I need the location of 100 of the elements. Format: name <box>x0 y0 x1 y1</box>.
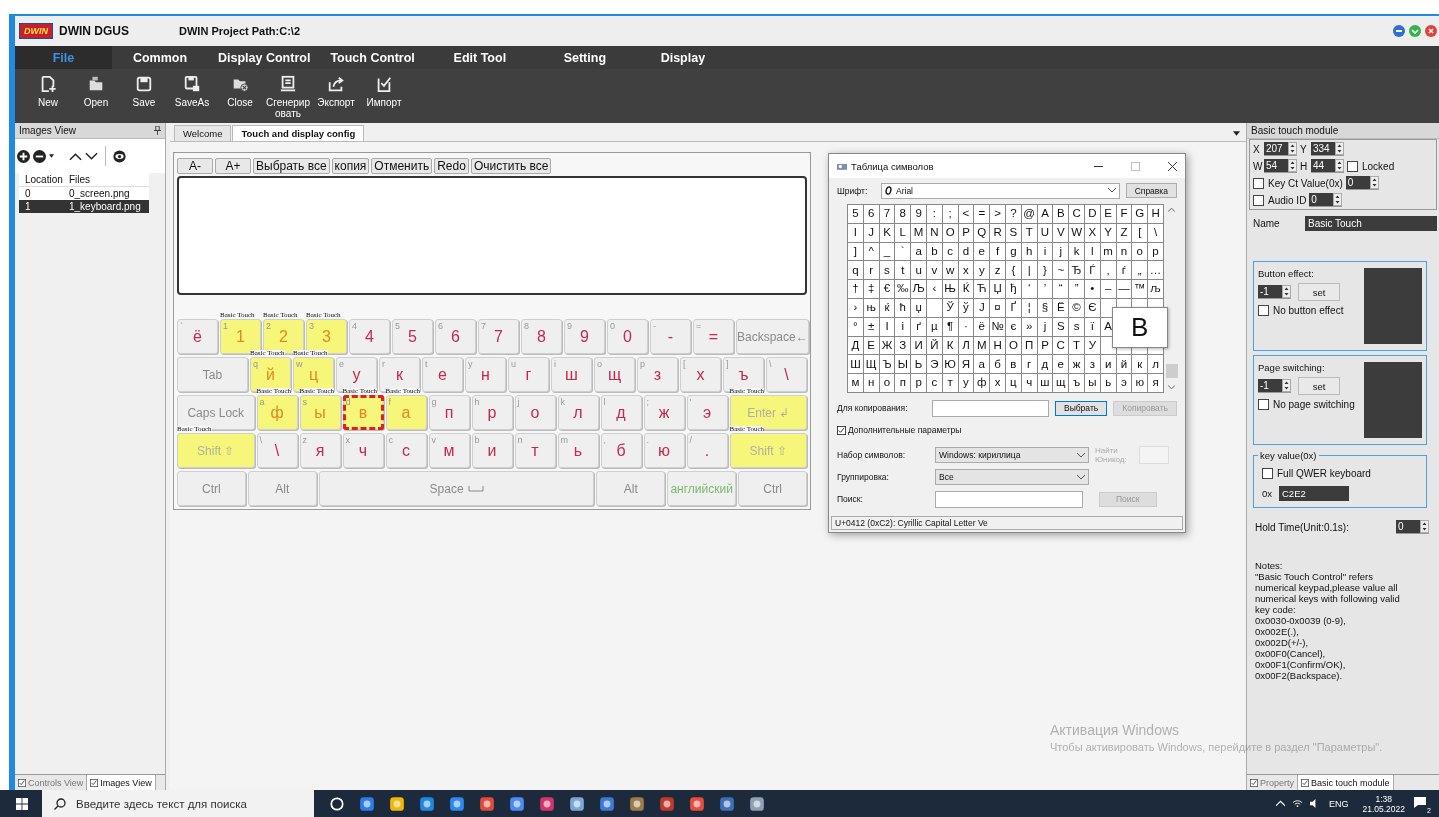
character-cell[interactable]: І <box>879 317 896 337</box>
character-cell[interactable]: r <box>863 261 880 281</box>
image-row[interactable]: 1 1_keyboard.png <box>19 200 149 213</box>
character-cell[interactable]: и <box>1100 355 1117 375</box>
character-cell[interactable]: л <box>1148 355 1164 375</box>
character-cell[interactable]: ° <box>848 317 864 337</box>
character-cell[interactable]: Т <box>1069 336 1085 356</box>
character-cell[interactable]: ; <box>942 205 959 224</box>
editor-button[interactable]: A- <box>177 158 213 174</box>
character-cell[interactable]: U <box>1037 223 1054 243</box>
character-cell[interactable]: E <box>1100 205 1117 224</box>
character-cell[interactable]: е <box>1053 355 1070 375</box>
character-cell[interactable]: ж <box>1069 355 1085 375</box>
character-cell[interactable]: й <box>1116 355 1133 375</box>
character-cell[interactable]: П <box>1021 336 1038 356</box>
character-cell[interactable]: ‘ <box>1021 280 1038 299</box>
clock-date[interactable]: 21.05.2022 <box>1362 803 1405 814</box>
spin-arrows-icon[interactable] <box>1420 520 1429 533</box>
keyboard-key[interactable]: \ \ <box>766 357 807 392</box>
character-cell[interactable]: ъ <box>1069 374 1085 393</box>
character-cell[interactable]: = <box>974 205 991 224</box>
character-cell[interactable]: R <box>990 223 1006 243</box>
windows-start-icon[interactable] <box>16 797 28 810</box>
option-checkbox[interactable]: No button effect <box>1258 305 1356 316</box>
character-cell[interactable]: і <box>895 317 912 337</box>
character-cell[interactable]: Џ <box>990 280 1006 299</box>
menu-tab[interactable]: Display <box>634 46 731 69</box>
font-dropdown[interactable]: Arial <box>881 182 1120 199</box>
character-cell[interactable]: з <box>1084 355 1101 375</box>
taskbar-search-field[interactable]: Введите здесь текст для поиска <box>42 790 314 817</box>
spin-arrows-icon[interactable] <box>1288 159 1297 172</box>
chevron-up-icon[interactable] <box>1274 799 1286 808</box>
character-cell[interactable]: Е <box>863 336 880 356</box>
character-cell[interactable]: б <box>990 355 1006 375</box>
character-cell[interactable]: 7 <box>879 205 896 224</box>
toolbar-button[interactable]: Save <box>121 71 167 121</box>
character-cell[interactable]: – <box>1100 280 1117 299</box>
character-cell[interactable]: † <box>848 280 864 299</box>
character-cell[interactable]: Z <box>1116 223 1133 243</box>
keyboard-key[interactable]: = = <box>693 319 734 354</box>
character-cell[interactable]: x <box>958 261 975 281</box>
character-cell[interactable]: Л <box>958 336 975 356</box>
character-cell[interactable]: G <box>1132 205 1149 224</box>
number-spinner[interactable]: -1 <box>1258 379 1291 393</box>
character-cell[interactable]: \ <box>1148 223 1164 243</box>
keyboard-key[interactable]: h р <box>471 395 513 430</box>
app-icon[interactable] <box>509 795 525 812</box>
character-cell[interactable]: … <box>1148 261 1164 281</box>
character-cell[interactable]: { <box>1005 261 1022 281</box>
keyboard-key[interactable]: . ю <box>643 433 685 468</box>
advanced-checkbox[interactable]: Дополнительные параметры <box>837 425 962 436</box>
character-cell[interactable]: Д <box>848 336 864 356</box>
spin-arrows-icon[interactable] <box>1333 193 1343 206</box>
search-field[interactable] <box>935 490 1083 508</box>
character-cell[interactable]: њ <box>863 299 880 318</box>
character-cell[interactable]: Я <box>958 355 975 375</box>
character-cell[interactable]: _ <box>879 242 896 262</box>
character-cell[interactable]: ь <box>1100 374 1117 393</box>
character-cell[interactable]: · <box>958 317 975 337</box>
character-cell[interactable]: — <box>1116 280 1133 299</box>
toolbar-button[interactable]: Сгенерир овать <box>265 71 311 121</box>
character-cell[interactable]: 9 <box>911 205 927 224</box>
character-cell[interactable]: 8 <box>895 205 912 224</box>
character-cell[interactable]: K <box>879 223 896 243</box>
character-cell[interactable]: ] <box>848 242 864 262</box>
character-cell[interactable]: u <box>911 261 927 281</box>
number-spinner[interactable]: 54 <box>1264 159 1297 173</box>
character-cell[interactable]: µ <box>927 317 943 337</box>
menu-tab[interactable]: Display Control <box>208 46 321 69</box>
character-cell[interactable]: s <box>879 261 896 281</box>
character-cell[interactable]: И <box>911 336 927 356</box>
character-cell[interactable]: ч <box>1021 374 1038 393</box>
character-cell[interactable]: ю <box>1132 374 1149 393</box>
character-cell[interactable]: P <box>958 223 975 243</box>
audio-id-checkbox[interactable]: Audio ID <box>1253 194 1307 206</box>
character-cell[interactable]: г <box>1021 355 1038 375</box>
chevron-down-icon[interactable] <box>1107 188 1116 193</box>
character-cell[interactable]: ц <box>1005 374 1022 393</box>
character-cell[interactable]: z <box>990 261 1006 281</box>
character-cell[interactable]: љ <box>1148 280 1164 299</box>
scroll-up-icon[interactable] <box>1168 207 1176 212</box>
character-cell[interactable]: V <box>1053 223 1070 243</box>
set-button[interactable]: set <box>1298 283 1340 301</box>
editor-button[interactable]: A+ <box>215 158 251 174</box>
character-cell[interactable]: ё <box>974 317 991 337</box>
keyboard-key[interactable]: , б <box>600 433 642 468</box>
spin-arrows-icon[interactable] <box>1335 142 1344 155</box>
character-cell[interactable]: в <box>1005 355 1022 375</box>
keyboard-key[interactable]: / . <box>686 433 728 468</box>
keyboard-key[interactable]: g п <box>428 395 470 430</box>
character-cell[interactable]: p <box>1148 242 1164 262</box>
character-cell[interactable]: w <box>942 261 959 281</box>
character-cell[interactable]: ¦ <box>1021 299 1038 318</box>
spin-arrows-icon[interactable] <box>1335 159 1344 172</box>
character-cell[interactable]: • <box>1084 280 1101 299</box>
editor-button[interactable]: копия <box>331 158 370 174</box>
character-cell[interactable]: ш <box>1037 374 1054 393</box>
app-icon[interactable] <box>659 795 675 812</box>
character-cell[interactable]: e <box>974 242 991 262</box>
remove-icon[interactable] <box>33 149 46 163</box>
